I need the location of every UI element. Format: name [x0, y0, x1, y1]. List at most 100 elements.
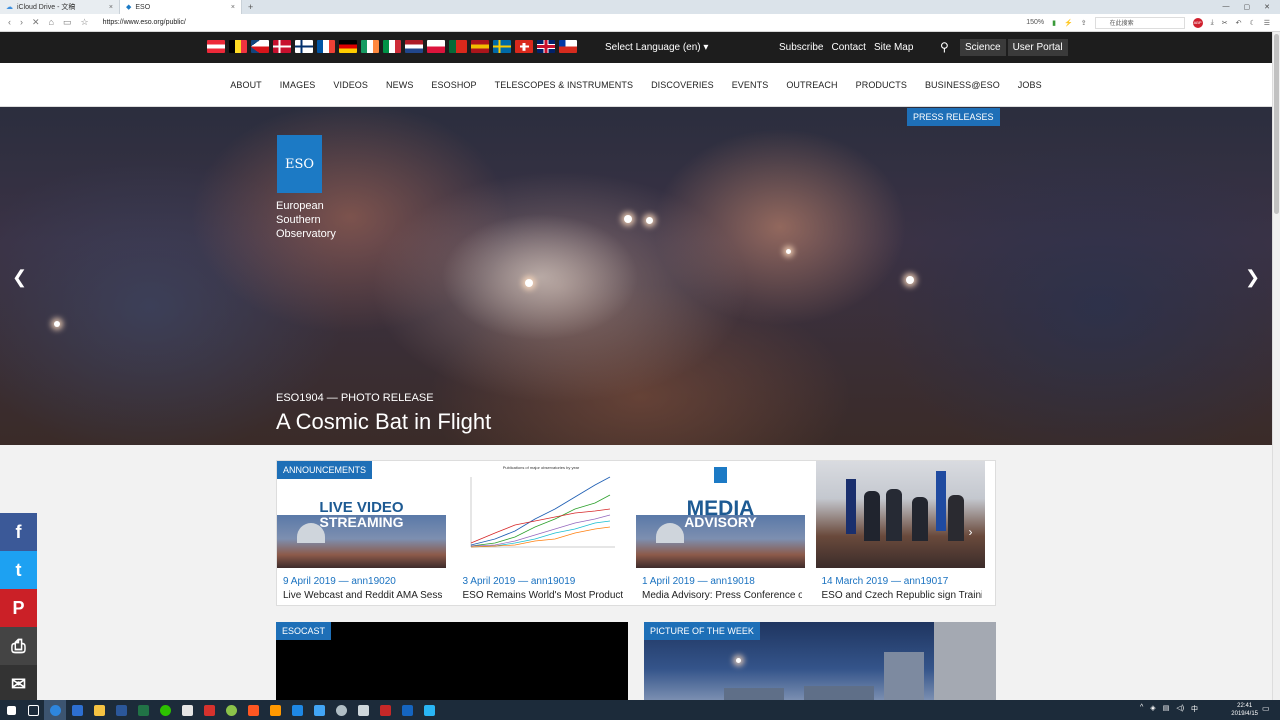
eso-logo[interactable]: ESO	[277, 135, 322, 193]
maximize-icon[interactable]: ▢	[1244, 3, 1251, 11]
forward-icon[interactable]: ›	[20, 17, 23, 28]
announcement-card[interactable]: Publications of major observatories by y…	[456, 461, 637, 605]
science-link[interactable]: Science	[960, 39, 1006, 56]
notification-icon[interactable]: ▭	[1262, 704, 1270, 713]
share-email-button[interactable]: ✉	[0, 665, 37, 703]
share-print-button[interactable]: ⎙	[0, 627, 37, 665]
contact-link[interactable]: Contact	[831, 42, 865, 53]
select-language-dropdown[interactable]: Select Language (en) ▾	[605, 42, 708, 53]
back-icon[interactable]: ‹	[8, 17, 11, 28]
esocast-tile[interactable]: ESOCAST	[276, 622, 628, 700]
app-taskbar-icon[interactable]	[330, 700, 352, 720]
share-twitter-button[interactable]: t	[0, 551, 37, 589]
shield-icon[interactable]: ◈	[1150, 704, 1155, 714]
page-scrollbar[interactable]	[1272, 32, 1280, 700]
browser-taskbar-icon[interactable]	[44, 700, 66, 720]
carousel-prev-icon[interactable]: ❮	[12, 267, 27, 288]
nav-telescopes[interactable]: TELESCOPES & INSTRUMENTS	[495, 80, 633, 90]
hero-carousel[interactable]: PRESS RELEASES ESO European Southern Obs…	[0, 107, 1272, 445]
flag-austria-icon[interactable]	[207, 40, 225, 53]
stop-icon[interactable]: ✕	[32, 17, 40, 28]
esocast-tag[interactable]: ESOCAST	[276, 622, 332, 640]
flag-chile-icon[interactable]	[559, 40, 577, 53]
hero-headline[interactable]: A Cosmic Bat in Flight	[276, 409, 491, 435]
nav-discoveries[interactable]: DISCOVERIES	[651, 80, 714, 90]
nav-business[interactable]: BUSINESS@ESO	[925, 80, 1000, 90]
start-icon[interactable]	[0, 700, 22, 720]
reader-icon[interactable]: ▭	[63, 17, 72, 28]
task-view-icon[interactable]	[22, 700, 44, 720]
flag-germany-icon[interactable]	[339, 40, 357, 53]
minimize-icon[interactable]: —	[1223, 3, 1230, 11]
nav-products[interactable]: PRODUCTS	[856, 80, 907, 90]
flag-poland-icon[interactable]	[427, 40, 445, 53]
announcement-card[interactable]: MEDIA ADVISORY 1 April 2019 — ann19018 M…	[636, 461, 816, 605]
nav-esoshop[interactable]: ESOSHOP	[431, 80, 476, 90]
excel-taskbar-icon[interactable]	[132, 700, 154, 720]
search-icon[interactable]: ⚲	[940, 40, 949, 54]
close-tab-icon[interactable]: ×	[109, 4, 113, 11]
store-taskbar-icon[interactable]	[176, 700, 198, 720]
carousel-next-icon[interactable]: ›	[969, 525, 973, 539]
nav-images[interactable]: IMAGES	[280, 80, 316, 90]
volume-icon[interactable]: ◁)	[1176, 704, 1184, 714]
flag-ireland-icon[interactable]	[361, 40, 379, 53]
browser-tab-eso[interactable]: ◆ ESO ×	[120, 0, 242, 14]
flag-uk-icon[interactable]	[537, 40, 555, 53]
flag-finland-icon[interactable]	[295, 40, 313, 53]
network-icon[interactable]: ▤	[1163, 704, 1170, 714]
calculator-taskbar-icon[interactable]	[352, 700, 374, 720]
pdf-taskbar-icon[interactable]	[198, 700, 220, 720]
app-taskbar-icon[interactable]	[66, 700, 88, 720]
flag-france-icon[interactable]	[317, 40, 335, 53]
browser-tab-icloud[interactable]: ☁ iCloud Drive - 文稿 ×	[0, 0, 120, 14]
site-map-link[interactable]: Site Map	[874, 42, 913, 53]
browser-search-input[interactable]: 在此搜索	[1094, 16, 1185, 29]
ime-indicator[interactable]: 中	[1191, 704, 1198, 714]
app-taskbar-icon[interactable]	[220, 700, 242, 720]
moon-icon[interactable]: ☾	[1249, 19, 1255, 27]
nav-news[interactable]: NEWS	[386, 80, 413, 90]
carousel-next-icon[interactable]: ❯	[1245, 267, 1260, 288]
app-taskbar-icon[interactable]	[264, 700, 286, 720]
explorer-taskbar-icon[interactable]	[88, 700, 110, 720]
subscribe-link[interactable]: Subscribe	[779, 42, 823, 53]
app-taskbar-icon[interactable]	[286, 700, 308, 720]
app-taskbar-icon[interactable]	[418, 700, 440, 720]
wechat-taskbar-icon[interactable]	[154, 700, 176, 720]
flag-sweden-icon[interactable]	[493, 40, 511, 53]
flag-czech-icon[interactable]	[251, 40, 269, 53]
lightning-icon[interactable]: ⚡	[1064, 19, 1073, 27]
nav-events[interactable]: EVENTS	[732, 80, 769, 90]
flag-portugal-icon[interactable]	[449, 40, 467, 53]
close-window-icon[interactable]: ✕	[1264, 3, 1270, 11]
download-icon[interactable]: ⤓	[1211, 19, 1214, 27]
flag-denmark-icon[interactable]	[273, 40, 291, 53]
scrollbar-thumb[interactable]	[1274, 34, 1279, 214]
undo-icon[interactable]: ↶	[1236, 19, 1242, 27]
scissors-icon[interactable]: ✂	[1222, 19, 1228, 27]
nav-about[interactable]: ABOUT	[230, 80, 262, 90]
tray-chevron-icon[interactable]: ^	[1140, 704, 1143, 714]
share-pinterest-button[interactable]: P	[0, 589, 37, 627]
flag-belgium-icon[interactable]	[229, 40, 247, 53]
home-icon[interactable]: ⌂	[49, 17, 54, 28]
user-portal-link[interactable]: User Portal	[1007, 39, 1068, 56]
app-taskbar-icon[interactable]	[242, 700, 264, 720]
nav-outreach[interactable]: OUTREACH	[786, 80, 837, 90]
picture-of-week-tile[interactable]: PICTURE OF THE WEEK	[644, 622, 996, 700]
new-tab-button[interactable]: +	[242, 2, 259, 12]
app-taskbar-icon[interactable]	[396, 700, 418, 720]
nav-jobs[interactable]: JOBS	[1018, 80, 1042, 90]
app-taskbar-icon[interactable]	[308, 700, 330, 720]
menu-icon[interactable]: ☰	[1264, 19, 1270, 27]
press-releases-tag[interactable]: PRESS RELEASES	[907, 108, 1000, 126]
bookmark-icon[interactable]: ▮	[1052, 19, 1056, 27]
flag-italy-icon[interactable]	[383, 40, 401, 53]
share-icon[interactable]: ⇪	[1081, 19, 1087, 27]
share-facebook-button[interactable]: f	[0, 513, 37, 551]
star-icon[interactable]: ☆	[81, 17, 89, 28]
app-taskbar-icon[interactable]	[374, 700, 396, 720]
announcement-card[interactable]: LIVE VIDEO STREAMING 9 April 2019 — ann1…	[277, 461, 457, 605]
flag-netherlands-icon[interactable]	[405, 40, 423, 53]
